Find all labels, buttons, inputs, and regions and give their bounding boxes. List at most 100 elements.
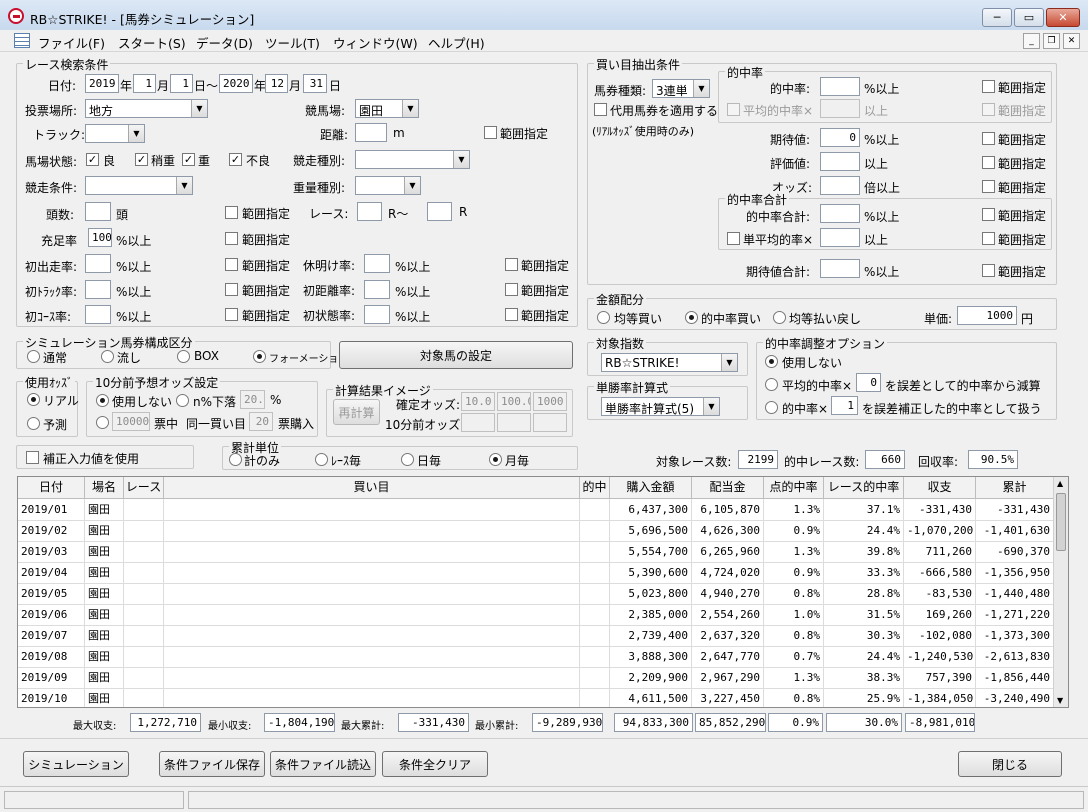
eval-field[interactable] [820, 152, 860, 171]
to-month-field[interactable]: 12 [265, 74, 288, 93]
eval-range-checkbox[interactable] [982, 156, 995, 169]
first-course-range-checkbox[interactable] [225, 308, 238, 321]
ten-min-odds-field[interactable] [497, 413, 531, 432]
col-race-hit[interactable]: レース的中率 [824, 477, 904, 498]
recalc-button[interactable]: 再計算 [333, 399, 380, 425]
first-track-field[interactable] [85, 280, 111, 299]
distance-field[interactable] [355, 123, 387, 142]
race-cond-select[interactable]: ▼ [85, 176, 193, 195]
table-row[interactable]: 2019/10 園田 4,611,500 3,227,450 0.8% 25.9% -1,3… [18, 688, 1054, 707]
composition-flow-radio[interactable] [101, 350, 114, 363]
menu-start[interactable]: スタート(S) [118, 33, 186, 52]
race-from-field[interactable] [357, 202, 382, 221]
avg-hit-field[interactable] [820, 99, 860, 118]
target-horse-button[interactable]: 対象馬の設定 [339, 341, 573, 369]
to-year-field[interactable]: 2020 [219, 74, 253, 93]
from-year-field[interactable]: 2019 [85, 74, 119, 93]
money-equal-return-radio[interactable] [773, 311, 786, 324]
menu-tools[interactable]: ツール(T) [265, 33, 320, 52]
table-row[interactable]: 2019/08 園田 3,888,300 2,647,770 0.7% 24.4% -1,2… [18, 646, 1054, 668]
col-venue[interactable]: 場名 [85, 477, 124, 498]
expect-field[interactable]: 0 [820, 128, 860, 147]
first-distance-field[interactable] [364, 280, 390, 299]
mdi-minimize-button[interactable]: _ [1023, 33, 1040, 49]
rest-range-checkbox[interactable] [505, 258, 518, 271]
close-button[interactable]: 閉じる [958, 751, 1062, 777]
mdi-close-button[interactable]: ✕ [1063, 33, 1080, 49]
course-select[interactable]: 園田 ▼ [355, 99, 419, 118]
ticket-type-select[interactable]: 3連単 ▼ [652, 79, 710, 98]
table-row[interactable]: 2019/01 園田 6,437,300 6,105,870 1.3% 37.1% -331… [18, 499, 1054, 521]
first-track-range-checkbox[interactable] [225, 283, 238, 296]
first-state-field[interactable] [364, 305, 390, 324]
cond-bad-checkbox[interactable]: ✓ [229, 153, 242, 166]
odds-range-checkbox[interactable] [982, 180, 995, 193]
aggregate-day-radio[interactable] [401, 453, 414, 466]
load-conditions-button[interactable]: 条件ファイル読込 [270, 751, 376, 777]
col-race[interactable]: レース [124, 477, 164, 498]
debut-rate-field[interactable] [85, 254, 111, 273]
heads-field[interactable] [85, 202, 111, 221]
close-window-button[interactable]: ✕ [1046, 8, 1080, 27]
target-index-select[interactable]: RB☆STRIKE! ▼ [601, 353, 738, 372]
odds-field[interactable] [820, 176, 860, 195]
col-balance[interactable]: 収支 [904, 477, 976, 498]
results-table[interactable]: 日付 場名 レース 買い目 的中 購入金額 配当金 点的中率 レース的中率 収支… [17, 476, 1069, 708]
table-row[interactable]: 2019/02 園田 5,696,500 4,626,300 0.9% 24.4% -1,0… [18, 520, 1054, 542]
single-avg-range-checkbox[interactable] [982, 232, 995, 245]
cond-slightly-heavy-checkbox[interactable]: ✓ [135, 153, 148, 166]
col-date[interactable]: 日付 [18, 477, 85, 498]
menu-help[interactable]: ヘルプ(H) [428, 33, 485, 52]
hit-rate-field[interactable] [820, 77, 860, 96]
first-course-field[interactable] [85, 305, 111, 324]
save-conditions-button[interactable]: 条件ファイル保存 [159, 751, 265, 777]
maximize-button[interactable]: ▭ [1014, 8, 1044, 27]
weight-type-select[interactable]: ▼ [355, 176, 421, 195]
hit-adjust-avg-radio[interactable] [765, 378, 778, 391]
odds10-drop-radio[interactable] [176, 394, 189, 407]
aggregate-total-radio[interactable] [229, 453, 242, 466]
track-select[interactable]: ▼ [85, 124, 145, 143]
hit-adjust-hit-radio[interactable] [765, 401, 778, 414]
votes-field[interactable]: 10000 [112, 412, 150, 431]
expect-sum-field[interactable] [820, 259, 860, 278]
single-avg-field[interactable] [820, 228, 860, 247]
proxy-checkbox[interactable] [594, 103, 607, 116]
hit-adjust-avg-field[interactable]: 0 [856, 373, 881, 392]
table-vertical-scrollbar[interactable]: ▲ ▼ [1053, 477, 1068, 707]
table-row[interactable]: 2019/06 園田 2,385,000 2,554,260 1.0% 31.5% 169,… [18, 604, 1054, 626]
race-type-select[interactable]: ▼ [355, 150, 470, 169]
simulate-button[interactable]: シミュレーション [23, 751, 129, 777]
money-equal-radio[interactable] [597, 311, 610, 324]
clear-conditions-button[interactable]: 条件全クリア [382, 751, 488, 777]
hit-adjust-hit-field[interactable]: 1 [831, 396, 858, 415]
table-row[interactable]: 2019/09 園田 2,209,900 2,967,290 1.3% 38.3% 757,… [18, 667, 1054, 689]
composition-normal-radio[interactable] [27, 350, 40, 363]
table-row[interactable]: 2019/05 園田 5,023,800 4,940,270 0.8% 28.8% -83,… [18, 583, 1054, 605]
hit-adjust-none-radio[interactable] [765, 355, 778, 368]
debut-range-checkbox[interactable] [225, 258, 238, 271]
venue-type-select[interactable]: 地方 ▼ [85, 99, 208, 118]
hit-sum-range-checkbox[interactable] [982, 208, 995, 221]
from-day-field[interactable]: 1 [170, 74, 193, 93]
col-bets[interactable]: 買い目 [164, 477, 580, 498]
confirmed-odds-field[interactable]: 1000 [533, 392, 567, 411]
odds10-not-use-radio[interactable] [96, 394, 109, 407]
heads-range-checkbox[interactable] [225, 206, 238, 219]
fill-rate-field[interactable]: 100 [88, 228, 112, 247]
col-point-hit[interactable]: 点的中率 [764, 477, 824, 498]
confirmed-odds-field[interactable]: 10.0 [461, 392, 495, 411]
col-hit[interactable]: 的中 [580, 477, 610, 498]
avg-hit-range-checkbox[interactable] [982, 103, 995, 116]
avg-hit-checkbox[interactable] [727, 103, 740, 116]
ten-min-odds-field[interactable] [461, 413, 495, 432]
odds-forecast-radio[interactable] [27, 417, 40, 430]
first-distance-range-checkbox[interactable] [505, 283, 518, 296]
hit-sum-field[interactable] [820, 204, 860, 223]
correction-checkbox[interactable] [26, 451, 39, 464]
from-month-field[interactable]: 1 [133, 74, 156, 93]
first-state-range-checkbox[interactable] [505, 308, 518, 321]
distance-range-checkbox[interactable] [484, 126, 497, 139]
composition-formation-radio[interactable] [253, 350, 266, 363]
table-row[interactable]: 2019/03 園田 5,554,700 6,265,960 1.3% 39.8% 711,… [18, 541, 1054, 563]
